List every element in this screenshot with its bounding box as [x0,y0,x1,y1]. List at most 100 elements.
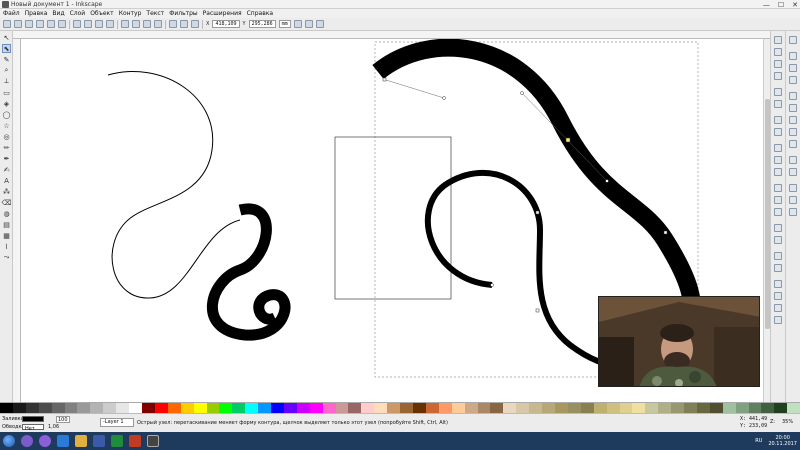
middle-s-path[interactable] [424,170,626,371]
paste-icon[interactable] [774,168,782,176]
palette-swatch[interactable] [477,403,491,413]
menu-path[interactable]: Контур [119,10,142,17]
clip-edit-icon[interactable] [180,20,188,28]
palette-swatch[interactable] [283,403,297,413]
palette-swatch[interactable] [425,403,439,413]
stroke-to-path-icon[interactable] [154,20,162,28]
start-button[interactable] [3,435,15,447]
delete-segment-icon[interactable] [58,20,66,28]
app-icon-purple[interactable] [21,435,33,447]
selected-node[interactable] [565,137,571,143]
palette-swatch[interactable] [258,403,272,413]
ellipse-tool-icon[interactable]: ◯ [2,110,11,119]
mesh-tool-icon[interactable]: ▦ [2,231,11,240]
tweak-tool-icon[interactable]: ✎ [2,55,11,64]
smooth-node-icon[interactable] [84,20,92,28]
palette-swatch[interactable] [64,403,78,413]
opacity-field[interactable]: 100 [56,416,70,423]
palette-swatch[interactable] [25,403,39,413]
connector-tool-icon[interactable]: ⤳ [2,253,11,262]
unit-select[interactable]: mm [278,20,291,28]
path-node[interactable] [663,230,668,235]
path-effect-icon[interactable] [169,20,177,28]
snap-grid-icon[interactable] [789,196,797,204]
eraser-tool-icon[interactable]: ⌫ [2,198,12,207]
inkscape-taskbar-icon[interactable] [147,435,159,447]
text-tool-icon[interactable]: A [2,176,11,185]
y-coordinate-field[interactable]: 295,286 [248,20,276,28]
pen-tool-icon[interactable]: ✒ [2,154,11,163]
duplicate-icon[interactable] [774,224,782,232]
node-handle[interactable] [520,91,524,95]
palette-swatch[interactable] [748,403,762,413]
palette-swatch[interactable] [387,403,401,413]
snap-bbox-edge-icon[interactable] [789,64,797,72]
zoom-tool-icon[interactable]: ⌕ [2,66,11,75]
maximize-button[interactable]: ☐ [778,1,784,9]
node-handle[interactable] [605,179,609,183]
mask-edit-icon[interactable] [191,20,199,28]
node-handle[interactable] [442,96,446,100]
dropper-tool-icon[interactable]: ⌇ [2,242,11,251]
palette-swatch[interactable] [606,403,620,413]
copy-icon[interactable] [774,144,782,152]
palette-swatch[interactable] [322,403,336,413]
segment-curve-icon[interactable] [132,20,140,28]
bucket-tool-icon[interactable]: ◍ [2,209,11,218]
palette-swatch[interactable] [193,403,207,413]
palette-swatch[interactable] [554,403,568,413]
menu-edit[interactable]: Правка [25,10,48,17]
palette-swatch[interactable] [671,403,685,413]
snap-midpoint-icon[interactable] [789,156,797,164]
show-transform-handles-icon[interactable] [293,20,302,28]
xml-editor-icon[interactable] [774,304,782,312]
palette-swatch[interactable] [12,403,26,413]
fill-indicator[interactable] [22,416,44,422]
menu-file[interactable]: Файл [3,10,20,17]
spiral-tool-icon[interactable]: ◎ [2,132,11,141]
palette-swatch[interactable] [761,403,775,413]
clock[interactable]: 20:00 20.11.2017 [768,435,797,447]
palette-swatch[interactable] [296,403,310,413]
palette-swatch[interactable] [735,403,749,413]
star-tool-icon[interactable]: ☆ [2,121,11,130]
explorer-ie-icon[interactable] [57,435,69,447]
palette-swatch[interactable] [580,403,594,413]
palette-swatch[interactable] [529,403,543,413]
path-node[interactable] [535,210,540,215]
node-tool-icon[interactable]: ⬉ [2,44,11,53]
palette-swatch[interactable] [658,403,672,413]
palette-swatch[interactable] [374,403,388,413]
show-outline-icon[interactable] [315,20,324,28]
palette-swatch[interactable] [503,403,517,413]
open-document-icon[interactable] [774,48,782,56]
app-icon-green[interactable] [111,435,123,447]
cut-icon[interactable] [774,156,782,164]
menu-help[interactable]: Справка [247,10,273,17]
join-nodes-icon[interactable] [25,20,33,28]
app-icon-viber[interactable] [39,435,51,447]
minimize-button[interactable]: — [763,1,770,9]
palette-swatch[interactable] [593,403,607,413]
palette-swatch[interactable] [51,403,65,413]
palette-swatch[interactable] [90,403,104,413]
snap-intersection-icon[interactable] [789,116,797,124]
show-handles-icon[interactable] [304,20,313,28]
palette-swatch[interactable] [245,403,259,413]
group-icon[interactable] [774,252,782,260]
palette-swatch[interactable] [632,403,646,413]
print-icon[interactable] [774,72,782,80]
rectangle-tool-icon[interactable]: ▭ [2,88,11,97]
align-distribute-icon[interactable] [774,316,782,324]
stroke-indicator[interactable]: Нет [22,424,44,432]
object-to-path-icon[interactable] [143,20,151,28]
palette-swatch[interactable] [787,403,800,413]
zoom-drawing-icon[interactable] [774,196,782,204]
layer-select[interactable]: -Layer 1 [100,418,134,427]
snap-path-icon[interactable] [789,104,797,112]
app-icon-m[interactable] [93,435,105,447]
auto-smooth-node-icon[interactable] [106,20,114,28]
snap-page-icon[interactable] [789,184,797,192]
language-indicator[interactable]: RU [755,438,762,444]
palette-swatch[interactable] [180,403,194,413]
